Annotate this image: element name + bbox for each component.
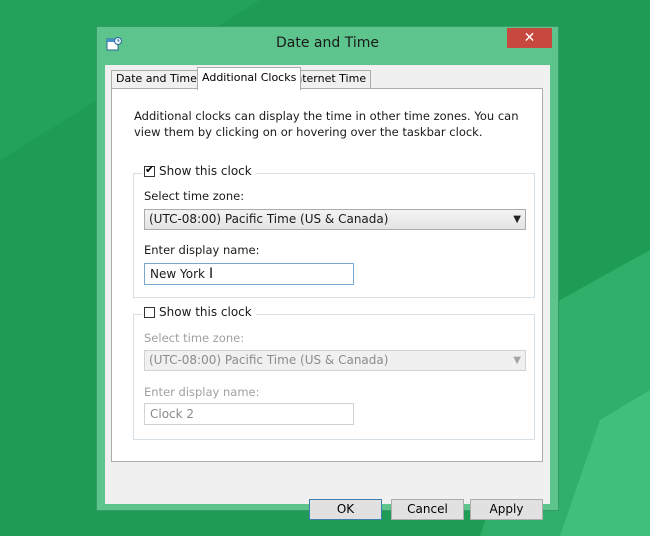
- clock2-display-name-input: Clock 2: [144, 403, 354, 425]
- additional-clocks-panel: Additional clocks can display the time i…: [111, 88, 543, 462]
- clock1-display-name-value: New York: [150, 267, 205, 281]
- clock2-timezone-label: Select time zone:: [144, 331, 245, 345]
- clock2-display-name-label: Enter display name:: [144, 385, 260, 399]
- intro-text: Additional clocks can display the time i…: [134, 109, 519, 139]
- clock1-timezone-value: (UTC-08:00) Pacific Time (US & Canada): [149, 212, 389, 226]
- dialog-client-area: Date and Time Additional Clocks Internet…: [105, 65, 550, 520]
- clock2-show-checkbox[interactable]: [144, 306, 155, 318]
- text-cursor-icon: I: [209, 266, 214, 282]
- clock2-display-name-value: Clock 2: [150, 407, 195, 421]
- clock2-timezone-value: (UTC-08:00) Pacific Time (US & Canada): [149, 353, 389, 367]
- clock2-show-label[interactable]: Show this clock: [159, 305, 252, 319]
- cancel-button[interactable]: Cancel: [391, 499, 464, 520]
- clock1-show-label[interactable]: Show this clock: [159, 164, 252, 178]
- chevron-down-icon: ▼: [513, 355, 521, 366]
- clock1-header: ✔ Show this clock: [142, 162, 256, 178]
- checkmark-icon: ✔: [145, 162, 155, 176]
- clock1-show-checkbox[interactable]: ✔: [144, 162, 155, 177]
- clock1-display-name-input[interactable]: New York I: [144, 263, 354, 285]
- date-time-dialog: Date and Time ✕ Date and Time Additional…: [96, 26, 559, 520]
- tab-date-and-time[interactable]: Date and Time: [111, 70, 202, 88]
- clock2-group: Show this clock Select time zone: (UTC-0…: [133, 305, 535, 440]
- clock1-timezone-select[interactable]: (UTC-08:00) Pacific Time (US & Canada) ▼: [144, 209, 526, 230]
- title-bar[interactable]: Date and Time ✕: [97, 27, 558, 59]
- close-button[interactable]: ✕: [507, 28, 552, 48]
- window-title: Date and Time: [276, 35, 379, 51]
- clock1-timezone-label: Select time zone:: [144, 189, 245, 203]
- clock2-timezone-select: (UTC-08:00) Pacific Time (US & Canada) ▼: [144, 350, 526, 371]
- clock1-group: ✔ Show this clock Select time zone: (UTC…: [133, 163, 535, 298]
- clock1-display-name-label: Enter display name:: [144, 243, 260, 257]
- tab-additional-clocks[interactable]: Additional Clocks: [197, 67, 302, 90]
- ok-button[interactable]: OK: [309, 499, 382, 520]
- clock2-header: Show this clock: [142, 305, 256, 319]
- chevron-down-icon: ▼: [513, 214, 521, 225]
- apply-button[interactable]: Apply: [470, 499, 543, 520]
